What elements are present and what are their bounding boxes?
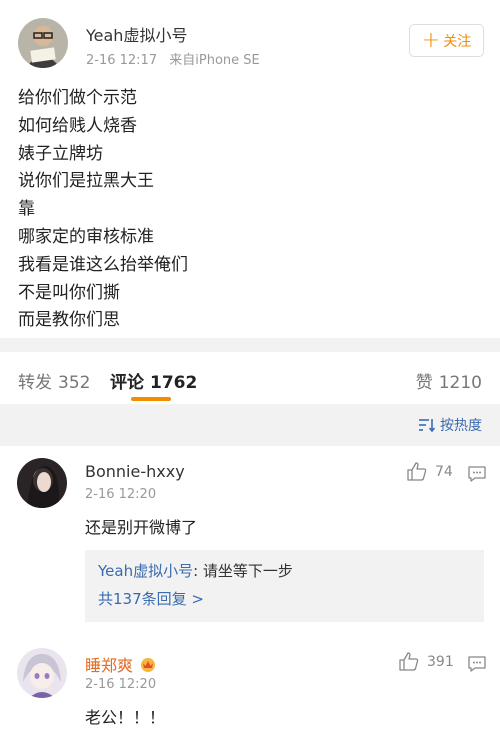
author-name[interactable]: Yeah虚拟小号: [86, 22, 187, 46]
thumbs-up-icon: [407, 462, 427, 481]
comment-label: 评论: [110, 373, 144, 393]
commenter-name[interactable]: 睡郑爽: [85, 652, 133, 676]
sort-label: 按热度: [440, 418, 482, 434]
reply-user[interactable]: Yeah虚拟小号: [98, 562, 193, 580]
sort-icon: [419, 419, 435, 432]
comment-count: 1762: [150, 373, 198, 393]
post-line: 婊子立牌坊: [18, 143, 103, 164]
post-line: 如何给贱人烧香: [18, 115, 137, 136]
sort-by-hot-button[interactable]: 按热度: [419, 415, 482, 435]
sort-bar: 按热度: [0, 404, 500, 446]
post-line: 而是教你们思: [18, 310, 120, 331]
commenter-avatar[interactable]: [17, 648, 67, 698]
follow-button[interactable]: + 关注: [409, 24, 484, 57]
author-avatar[interactable]: [18, 18, 68, 68]
active-tab-indicator: [131, 397, 171, 401]
weibo-post: Yeah虚拟小号 2-16 12:17 来自iPhone SE + 关注 给你们…: [0, 0, 500, 338]
comment-time: 2-16 12:20: [85, 677, 157, 692]
tab-repost[interactable]: 转发 352: [18, 368, 90, 393]
repost-label: 转发: [18, 373, 52, 393]
like-count: 74: [435, 463, 453, 480]
post-content: 给你们做个示范 如何给贱人烧香 婊子立牌坊 说你们是拉黑大王 靠 哪家定的审核标…: [18, 86, 188, 336]
post-meta: 2-16 12:17 来自iPhone SE: [86, 49, 260, 68]
commenter-name[interactable]: Bonnie-hxxy: [85, 462, 185, 481]
tab-likes[interactable]: 赞 1210: [416, 368, 482, 393]
comment-item: Bonnie-hxxy 2-16 12:20 74 还是别开微博了 Yeah虚拟…: [0, 446, 500, 636]
reply-text: : 请坐等下一步: [193, 562, 293, 580]
like-count: 1210: [438, 373, 482, 393]
follow-label: 关注: [443, 33, 472, 50]
comment-item: 睡郑爽 2-16 12:20 391 老公！！！: [0, 636, 500, 745]
post-line: 靠: [18, 199, 35, 220]
post-line: 说你们是拉黑大王: [18, 171, 154, 192]
reply-preview[interactable]: Yeah虚拟小号: 请坐等下一步 共137条回复 >: [85, 550, 484, 622]
comment-like-button[interactable]: 391: [399, 652, 454, 671]
post-line: 不是叫你们撕: [18, 282, 120, 303]
comment-text: 还是别开微博了: [85, 518, 198, 537]
post-line: 给你们做个示范: [18, 88, 137, 108]
comment-text: 老公！！！: [85, 708, 166, 727]
reply-line: Yeah虚拟小号: 请坐等下一步: [98, 560, 293, 581]
thumbs-up-icon: [399, 652, 419, 671]
like-label: 赞: [415, 373, 433, 393]
vip-crown-icon: [141, 658, 156, 672]
view-all-replies-link[interactable]: 共137条回复 >: [98, 588, 204, 609]
like-count: 391: [427, 653, 454, 670]
comment-like-button[interactable]: 74: [407, 462, 453, 481]
comment-time: 2-16 12:20: [85, 487, 157, 502]
commenter-name-row: 睡郑爽: [85, 652, 157, 676]
tab-comments[interactable]: 评论 1762: [110, 368, 197, 393]
commenter-avatar[interactable]: [17, 458, 67, 508]
repost-count: 352: [58, 373, 91, 393]
post-line: 我看是谁这么抬举俺们: [18, 254, 188, 275]
post-line: 哪家定的审核标准: [18, 226, 154, 247]
comment-reply-icon[interactable]: [468, 466, 486, 486]
comment-reply-icon[interactable]: [468, 656, 486, 676]
post-date: 2-16 12:17: [86, 53, 158, 68]
stats-tabs: 转发 352 评论 1762 赞 1210: [0, 352, 500, 404]
plus-icon: +: [421, 27, 441, 53]
post-source: 来自iPhone SE: [169, 53, 260, 68]
